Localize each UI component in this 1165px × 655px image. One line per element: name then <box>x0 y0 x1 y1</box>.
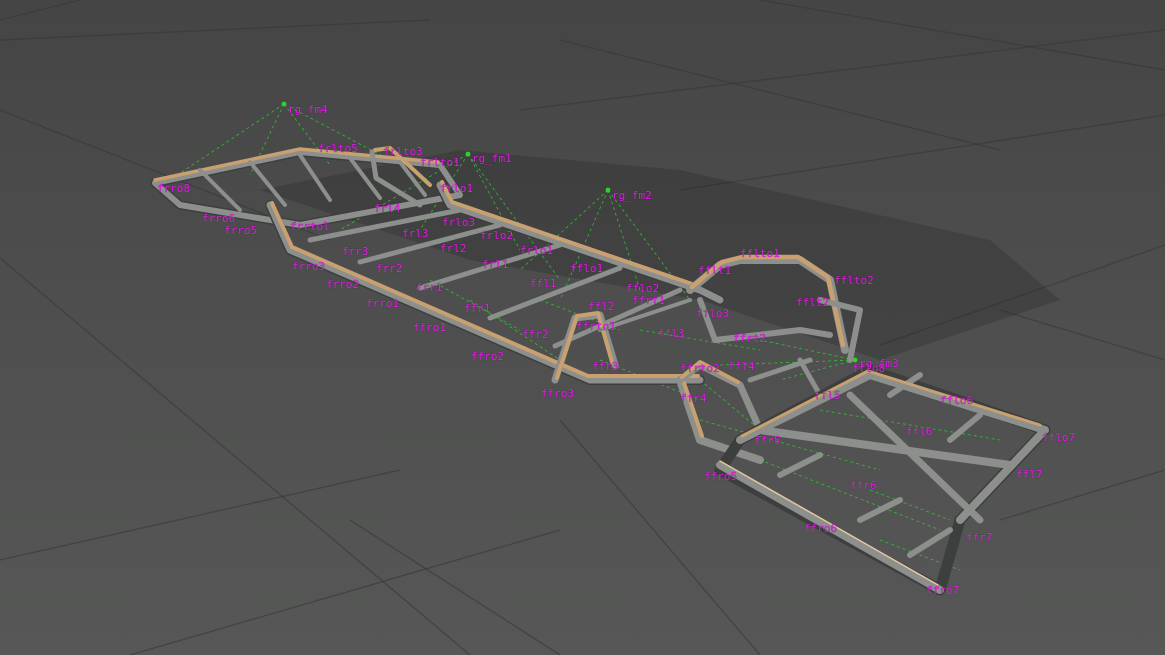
node-label[interactable]: frro6 <box>202 212 236 226</box>
tile-seam <box>999 309 1165 361</box>
node-label[interactable]: frr3 <box>342 245 369 259</box>
node-marker <box>281 101 287 107</box>
node-label[interactable]: ffl3 <box>658 327 685 341</box>
node-label[interactable]: ffro7 <box>926 584 960 598</box>
node-label[interactable]: fflo3 <box>696 307 730 321</box>
tile-seam <box>0 0 81 21</box>
node-label[interactable]: fflo7 <box>1042 431 1076 445</box>
node-label[interactable]: fflto2 <box>834 274 874 288</box>
wire <box>869 489 951 521</box>
node-label[interactable]: ffl5 <box>814 389 841 403</box>
node-label[interactable]: frlo2 <box>480 229 514 243</box>
node-label[interactable]: frlto3 <box>383 145 423 159</box>
node-label[interactable]: ffr4 <box>680 392 707 406</box>
node-label[interactable]: frlto1 <box>420 156 460 170</box>
node-marker <box>605 187 611 193</box>
node-label[interactable]: frr2 <box>376 262 403 276</box>
node-label[interactable]: frl4 <box>374 202 401 216</box>
node-label[interactable]: fflo6 <box>940 394 974 408</box>
node-label[interactable]: ffrto2 <box>680 362 720 376</box>
node-label[interactable]: frlo3 <box>442 216 476 230</box>
node-label[interactable]: fflt1 <box>698 264 732 278</box>
scene-canvas[interactable]: rg_fm4 rg_fm1 rg_fm2 rg_fm3 frlto5 frlto… <box>0 0 1165 655</box>
node-label[interactable]: ffrto1 <box>576 320 616 334</box>
node-label[interactable]: frro8 <box>157 182 191 196</box>
node-label[interactable]: ffr7 <box>966 531 993 545</box>
beam <box>248 160 287 207</box>
node-label[interactable]: frr1 <box>416 281 443 295</box>
node-label[interactable]: ffl4 <box>728 360 755 374</box>
node-label[interactable]: frro2 <box>326 278 360 292</box>
node-label[interactable]: frl1 <box>482 258 509 272</box>
node-label[interactable]: ffr6 <box>850 479 877 493</box>
node-label[interactable]: fflo1 <box>570 262 604 276</box>
node-label[interactable]: frl3 <box>402 227 429 241</box>
tile-seam <box>759 0 1165 71</box>
node-label[interactable]: frrtol <box>290 220 330 234</box>
node-label[interactable]: fflo8 <box>852 362 886 376</box>
node-label[interactable]: frlo1 <box>520 244 554 258</box>
node-label[interactable]: ffro6 <box>804 522 838 536</box>
tile-seam <box>679 114 1165 191</box>
node-label[interactable]: frlo1 <box>440 182 474 196</box>
tile-seam <box>559 39 1001 151</box>
deck-crossbar <box>907 527 953 558</box>
node-label[interactable]: frl2 <box>440 242 467 256</box>
node-label[interactable]: frro5 <box>224 224 258 238</box>
node-label[interactable]: ffro1 <box>413 321 447 335</box>
node-label[interactable]: ffrt1 <box>632 294 666 308</box>
node-label[interactable]: ffr2 <box>522 328 549 342</box>
node-label[interactable]: ffrt2 <box>733 332 767 346</box>
node-label[interactable]: frro1 <box>366 297 400 311</box>
node-label[interactable]: fflt2 <box>796 296 830 310</box>
tile-seam <box>0 469 401 561</box>
node-label-rg-fm1[interactable]: rg_fm1 <box>472 152 512 166</box>
node-label[interactable]: ffl2 <box>588 300 615 314</box>
node-label[interactable]: ffro5 <box>704 470 738 484</box>
node-marker <box>465 151 471 157</box>
node-label[interactable]: ffro3 <box>541 387 575 401</box>
node-label[interactable]: ffr3 <box>592 360 619 374</box>
beam <box>198 168 242 212</box>
tile-seam <box>0 257 471 655</box>
node-label[interactable]: ffl1 <box>530 277 557 291</box>
node-label[interactable]: fflo2 <box>626 282 660 296</box>
deck-crossbar <box>857 497 903 523</box>
deck-crossbar <box>777 452 823 478</box>
node-label[interactable]: ffro2 <box>471 350 505 364</box>
wire <box>779 359 856 381</box>
node-label-rg-fm2[interactable]: rg_fm2 <box>612 189 652 203</box>
3d-viewport[interactable]: rg_fm4 rg_fm1 rg_fm2 rg_fm3 frlto5 frlto… <box>0 0 1165 655</box>
node-label[interactable]: ffl7 <box>1016 468 1043 482</box>
tile-seam <box>0 19 431 41</box>
node-label[interactable]: ffr5 <box>754 434 781 448</box>
deck-rail-mid <box>756 426 1014 469</box>
tile-seam <box>349 519 561 655</box>
node-label[interactable]: ffr1 <box>464 302 491 316</box>
node-label[interactable]: fflto1 <box>740 247 780 261</box>
node-label[interactable]: frlto5 <box>318 142 358 156</box>
node-label[interactable]: frro3 <box>292 260 326 274</box>
node-label-rg-fm4[interactable]: rg_fm4 <box>288 103 329 117</box>
node-label[interactable]: ffl6 <box>906 425 933 439</box>
tile-seam <box>519 29 1165 111</box>
